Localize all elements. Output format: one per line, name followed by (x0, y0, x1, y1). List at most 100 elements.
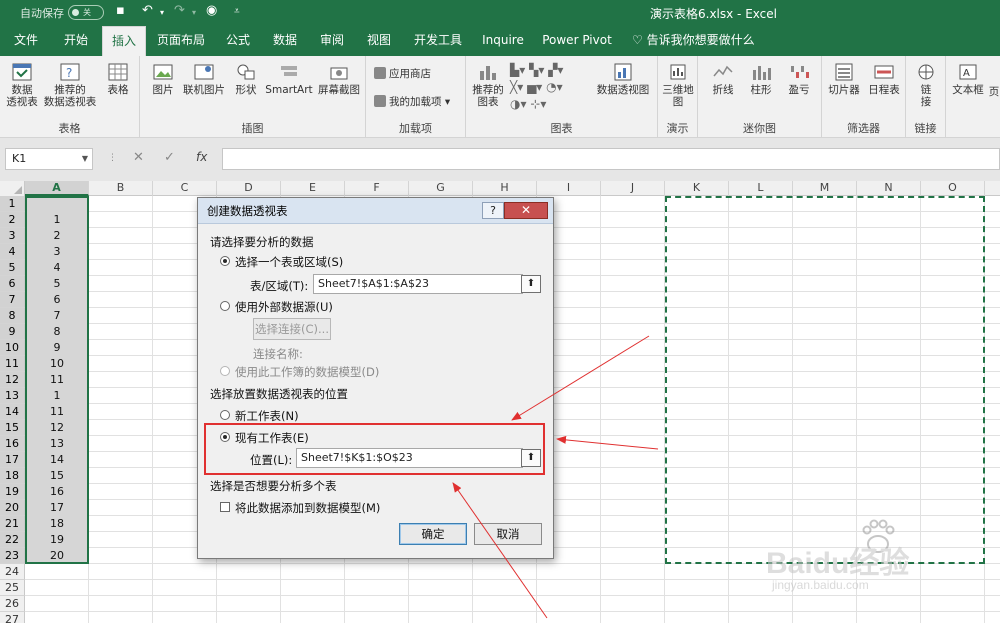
redo-dropdown-icon[interactable]: ▾ (192, 8, 196, 17)
ok-button[interactable]: 确定 (399, 523, 467, 545)
row-header[interactable]: 22 (0, 532, 25, 548)
cancel-entry-icon[interactable]: ✕ (133, 150, 144, 165)
col-header-B[interactable]: B (89, 181, 153, 196)
row-header[interactable]: 7 (0, 292, 25, 308)
line-chart-icon[interactable]: ▚▾ (529, 63, 544, 77)
header-footer-button[interactable]: 页 (988, 86, 1000, 98)
cell-A[interactable]: 15 (25, 468, 89, 484)
col-header-A[interactable]: A (25, 181, 89, 196)
slicer-button[interactable]: 切片器 (824, 62, 864, 96)
cell-A[interactable]: 19 (25, 532, 89, 548)
col-header-N[interactable]: N (857, 181, 921, 196)
table-button[interactable]: 表格 (100, 62, 136, 96)
sparkline-column-button[interactable]: 柱形 (742, 62, 780, 96)
row-header[interactable]: 16 (0, 436, 25, 452)
col-header-J[interactable]: J (601, 181, 665, 196)
row-header[interactable]: 27 (0, 612, 25, 623)
cell-A[interactable]: 13 (25, 436, 89, 452)
cell-A[interactable]: 11 (25, 404, 89, 420)
autosave-toggle[interactable]: 关 (68, 5, 104, 20)
link-button[interactable]: 链 接 (908, 62, 944, 108)
row-header[interactable]: 17 (0, 452, 25, 468)
radio-external-source[interactable] (220, 301, 230, 311)
row-header[interactable]: 23 (0, 548, 25, 564)
timeline-button[interactable]: 日程表 (864, 62, 904, 96)
row-header[interactable]: 3 (0, 228, 25, 244)
col-header-L[interactable]: L (729, 181, 793, 196)
recommended-pivot-button[interactable]: ? 推荐的 数据透视表 (42, 62, 98, 108)
save-icon[interactable]: ▪ (116, 3, 125, 18)
select-all-button[interactable] (0, 181, 25, 196)
row-header[interactable]: 12 (0, 372, 25, 388)
row-header[interactable]: 8 (0, 308, 25, 324)
cell-A[interactable]: 1 (25, 388, 89, 404)
add-to-data-model-label[interactable]: 将此数据添加到数据模型(M) (235, 500, 380, 516)
name-box[interactable]: K1 ▼ (5, 148, 93, 170)
shapes-button[interactable]: 形状 (228, 62, 264, 96)
scatter-chart-icon[interactable]: ⊹▾ (530, 97, 546, 111)
cell-A[interactable]: 20 (25, 548, 89, 564)
col-header-F[interactable]: F (345, 181, 409, 196)
recommended-charts-button[interactable]: 推荐的 图表 (470, 62, 506, 108)
radio-data-model[interactable] (220, 366, 230, 376)
tab-view[interactable]: 视图 (356, 26, 402, 56)
touch-mode-icon[interactable]: ◉ (206, 3, 217, 18)
cell-A[interactable]: 5 (25, 276, 89, 292)
radio-new-worksheet[interactable] (220, 410, 230, 420)
row-header[interactable]: 11 (0, 356, 25, 372)
row-header[interactable]: 24 (0, 564, 25, 580)
cell-A[interactable]: 14 (25, 452, 89, 468)
row-header[interactable]: 15 (0, 420, 25, 436)
pictures-button[interactable]: 图片 (146, 62, 180, 96)
row-header[interactable]: 5 (0, 260, 25, 276)
row-header[interactable]: 13 (0, 388, 25, 404)
pie-chart-icon[interactable]: ◑▾ (510, 97, 527, 111)
cell-A[interactable]: 7 (25, 308, 89, 324)
radio-new-worksheet-label[interactable]: 新工作表(N) (235, 408, 299, 424)
confirm-entry-icon[interactable]: ✓ (164, 150, 175, 165)
pivot-chart-button[interactable]: 数据透视图 (592, 62, 654, 96)
row-header[interactable]: 6 (0, 276, 25, 292)
range-collapse-button[interactable]: ⬆ (521, 275, 541, 293)
customize-qat-icon[interactable]: ⩡ (234, 6, 240, 17)
cancel-button[interactable]: 取消 (474, 523, 542, 545)
row-header[interactable]: 19 (0, 484, 25, 500)
radio-table-range-label[interactable]: 选择一个表或区域(S) (235, 254, 343, 270)
radio-data-model-label[interactable]: 使用此工作簿的数据模型(D) (235, 364, 379, 380)
waterfall-chart-icon[interactable]: ╳▾ (510, 80, 523, 94)
col-header-C[interactable]: C (153, 181, 217, 196)
cell-A[interactable]: 12 (25, 420, 89, 436)
cell-A[interactable]: 3 (25, 244, 89, 260)
row-header[interactable]: 21 (0, 516, 25, 532)
online-pictures-button[interactable]: 联机图片 (180, 62, 228, 96)
col-header-I[interactable]: I (537, 181, 601, 196)
undo-icon[interactable]: ↶ (142, 3, 153, 18)
help-icon[interactable]: ? (482, 202, 504, 219)
sparkline-line-button[interactable]: 折线 (704, 62, 742, 96)
radio-table-range[interactable] (220, 256, 230, 266)
cell-A[interactable]: 10 (25, 356, 89, 372)
row-header[interactable]: 14 (0, 404, 25, 420)
row-header[interactable]: 10 (0, 340, 25, 356)
row-header[interactable]: 4 (0, 244, 25, 260)
row-header[interactable]: 18 (0, 468, 25, 484)
row-header[interactable]: 25 (0, 580, 25, 596)
column-chart-icon[interactable]: ▙▾ (510, 63, 525, 77)
store-button[interactable]: 应用商店 (374, 66, 431, 82)
tell-me-box[interactable]: ♡ 告诉我你想要做什么 (632, 26, 755, 56)
chart-type-gallery[interactable]: ▙▾ ▚▾ ▞▾ ╳▾ ▅▾ ◔▾ ◑▾ ⊹▾ (510, 62, 590, 114)
tab-insert[interactable]: 插入 (102, 26, 146, 56)
formula-input[interactable] (222, 148, 1000, 170)
insert-function-icon[interactable]: fx (196, 150, 207, 164)
tab-home[interactable]: 开始 (52, 26, 100, 56)
sparkline-winloss-button[interactable]: 盈亏 (780, 62, 818, 96)
add-to-data-model-checkbox[interactable] (220, 502, 230, 512)
3d-map-button[interactable]: 三维地 图 (660, 62, 696, 108)
smartart-button[interactable]: SmartArt (264, 62, 314, 96)
row-header[interactable]: 26 (0, 596, 25, 612)
radio-external-source-label[interactable]: 使用外部数据源(U) (235, 299, 333, 315)
choose-connection-button[interactable]: 选择连接(C)... (253, 318, 331, 340)
cell-A[interactable]: 9 (25, 340, 89, 356)
col-header-H[interactable]: H (473, 181, 537, 196)
cell-A[interactable]: 4 (25, 260, 89, 276)
